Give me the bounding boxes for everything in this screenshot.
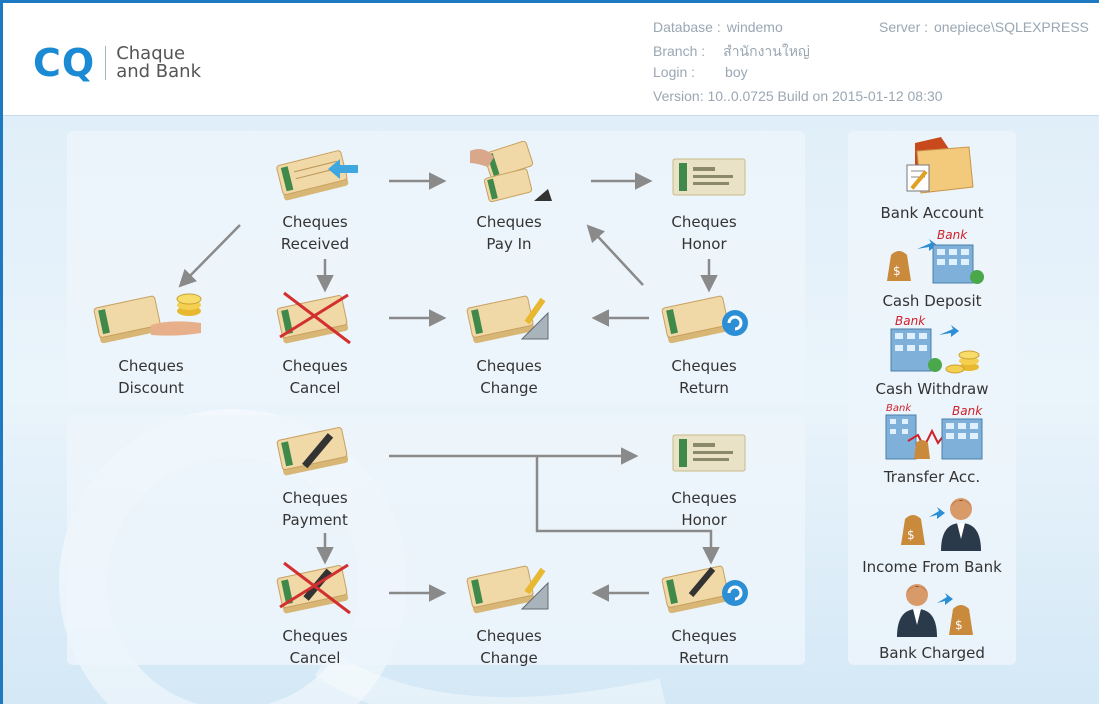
cheques-change-pay-label: Cheques Change xyxy=(449,625,569,669)
label-line-2: Cancel xyxy=(289,649,341,667)
transfer-account-label: Transfer Acc. xyxy=(883,468,981,486)
svg-text:$: $ xyxy=(893,264,901,278)
cash-withdraw-button[interactable]: Bank Cash Withdraw xyxy=(852,313,1012,399)
label-line-2: Pay In xyxy=(486,235,532,253)
label-line-1: Cheques xyxy=(118,357,184,375)
label-line-2: Return xyxy=(679,379,729,397)
arrow-return-to-payin xyxy=(586,224,644,286)
label-line-2: Discount xyxy=(118,379,184,397)
cheque-honor-icon xyxy=(672,158,746,196)
cheques-received-button[interactable]: Cheques Received xyxy=(255,141,375,255)
label-line-2: Change xyxy=(480,649,538,667)
app-window: CQ Chaque and Bank Database : windemo Ser… xyxy=(0,0,1099,704)
label-line-1: Cheques xyxy=(282,213,348,231)
label-line-2: Honor xyxy=(681,511,727,529)
cheques-cancel-button[interactable]: Cheques Cancel xyxy=(255,285,375,399)
cheques-cancel-label: Cheques Cancel xyxy=(255,355,375,399)
cash-withdraw-icon: Bank xyxy=(890,314,980,374)
bank-word: Bank xyxy=(886,403,912,414)
label-line-1: Cheques xyxy=(671,627,737,645)
cheque-change-icon xyxy=(466,295,549,344)
arrow-received-to-discount xyxy=(178,224,241,288)
cheques-honor-pay-button[interactable]: Cheques Honor xyxy=(644,417,764,531)
label-line-1: Cheques xyxy=(282,627,348,645)
cheques-payment-button[interactable]: Cheques Payment xyxy=(255,417,375,531)
label-line-2: Honor xyxy=(681,235,727,253)
cheques-return-pay-button[interactable]: Cheques Return xyxy=(644,555,764,669)
cheque-received-icon xyxy=(276,150,358,201)
cheques-return-label: Cheques Return xyxy=(644,355,764,399)
cheques-discount-label: Cheques Discount xyxy=(91,355,211,399)
bank-word: Bank xyxy=(895,314,926,328)
cheques-payin-label: Cheques Pay In xyxy=(449,211,569,255)
cheques-return-button[interactable]: Cheques Return xyxy=(644,285,764,399)
bank-account-button[interactable]: Bank Account xyxy=(852,135,1012,223)
label-line-2: Return xyxy=(679,649,729,667)
cheques-honor-button[interactable]: Cheques Honor xyxy=(644,141,764,255)
label-line-1: Cheques xyxy=(671,489,737,507)
income-icon: $ xyxy=(901,498,981,551)
bank-word: Bank xyxy=(952,404,983,418)
cheques-honor-pay-label: Cheques Honor xyxy=(644,487,764,531)
cheques-cancel-pay-label: Cheques Cancel xyxy=(255,625,375,669)
label-line-1: Cheques xyxy=(282,357,348,375)
bank-word: Bank xyxy=(937,228,968,242)
svg-text:$: $ xyxy=(907,528,915,542)
cheque-discount-icon xyxy=(93,293,202,344)
cash-deposit-label: Cash Deposit xyxy=(882,292,982,310)
cheque-change-icon xyxy=(466,565,549,614)
folder-icon xyxy=(906,137,974,194)
label-line-1: Cheques xyxy=(476,357,542,375)
cheques-change-pay-button[interactable]: Cheques Change xyxy=(449,555,569,669)
cash-withdraw-label: Cash Withdraw xyxy=(875,380,989,398)
income-from-bank-label: Income From Bank xyxy=(862,558,1002,576)
cheque-payment-icon xyxy=(276,427,349,476)
label-line-1: Cheques xyxy=(282,489,348,507)
cheques-payin-button[interactable]: Cheques Pay In xyxy=(449,141,569,255)
cheque-return-icon xyxy=(661,295,748,344)
income-from-bank-button[interactable]: $ Income From Bank xyxy=(852,493,1012,577)
bank-account-label: Bank Account xyxy=(880,204,984,222)
cheques-received-label: Cheques Received xyxy=(255,211,375,255)
cheque-return-icon xyxy=(661,565,748,614)
cash-deposit-button[interactable]: $ Bank Cash Deposit xyxy=(852,225,1012,311)
label-line-2: Cancel xyxy=(289,379,341,397)
label-line-1: Cheques xyxy=(476,213,542,231)
bank-charged-button[interactable]: $ Bank Charged xyxy=(852,579,1012,663)
cheque-cancel-icon xyxy=(276,561,351,615)
svg-text:$: $ xyxy=(955,618,963,632)
cheques-change-button[interactable]: Cheques Change xyxy=(449,285,569,399)
label-line-1: Cheques xyxy=(671,357,737,375)
cheques-discount-button[interactable]: Cheques Discount xyxy=(91,285,211,399)
cheque-honor-icon xyxy=(672,434,746,472)
label-line-2: Payment xyxy=(282,511,348,529)
bank-charged-label: Bank Charged xyxy=(879,644,985,662)
cheques-return-pay-label: Cheques Return xyxy=(644,625,764,669)
cheques-honor-label: Cheques Honor xyxy=(644,211,764,255)
label-line-2: Received xyxy=(280,235,350,253)
cheque-cancel-icon xyxy=(276,291,351,345)
label-line-1: Cheques xyxy=(476,627,542,645)
label-line-2: Change xyxy=(480,379,538,397)
label-line-1: Cheques xyxy=(671,213,737,231)
cheques-change-label: Cheques Change xyxy=(449,355,569,399)
cheque-payin-icon xyxy=(470,141,552,203)
bank-charged-icon: $ xyxy=(897,584,973,637)
cheques-cancel-pay-button[interactable]: Cheques Cancel xyxy=(255,555,375,669)
cash-deposit-icon: $ Bank xyxy=(887,228,984,284)
cheques-payment-label: Cheques Payment xyxy=(255,487,375,531)
transfer-icon: Bank Bank xyxy=(885,403,983,460)
transfer-account-button[interactable]: Bank Bank Transfer Acc. xyxy=(852,401,1012,487)
